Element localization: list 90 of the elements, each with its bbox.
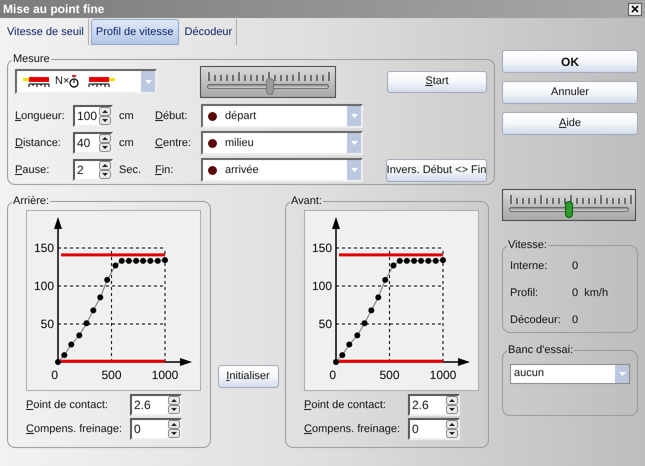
unit-label: cm — [119, 108, 135, 124]
tick-label: 50 — [40, 316, 54, 330]
slider-thumb[interactable] — [565, 201, 573, 218]
slider[interactable] — [502, 189, 636, 221]
field-label: Interne: — [510, 258, 548, 272]
number-field[interactable]: 100 — [73, 105, 113, 127]
window-title: Mise au point fine — [3, 1, 104, 18]
value-text: 0 km/h — [572, 286, 608, 298]
spinner-icon — [99, 134, 111, 152]
mode-label: N× — [55, 74, 70, 90]
tab[interactable]: Profil de vitesse — [90, 19, 179, 45]
data-point — [362, 320, 368, 326]
data-point — [84, 320, 90, 326]
field-label: Point de contact: — [26, 398, 109, 413]
value-text: 0 — [572, 258, 578, 272]
data-point — [104, 276, 110, 282]
button[interactable]: Start — [387, 70, 487, 92]
field-label: Longueur: — [15, 108, 66, 124]
group-title: Vitesse: — [507, 238, 548, 253]
number-field[interactable]: 2.6 — [130, 394, 182, 416]
tick-label: 100 — [312, 278, 332, 292]
point-dropdown[interactable]: milieu — [201, 131, 363, 155]
tab[interactable]: Décodeur — [180, 19, 238, 45]
point-dropdown[interactable]: arrivée — [201, 158, 363, 182]
field-label: Centre: — [155, 136, 192, 151]
field-label: Fin: — [155, 162, 174, 178]
field-label: Pause: — [15, 162, 50, 178]
tick-label: 150 — [34, 240, 54, 254]
tick-label: 50 — [318, 316, 332, 330]
data-point — [354, 332, 360, 338]
field-label: Profil: — [510, 286, 540, 298]
tick-label: 500 — [101, 368, 122, 382]
dropdown-icon — [618, 372, 626, 376]
close-icon — [631, 5, 639, 13]
spinner-icon — [168, 420, 180, 438]
tick-label: 1000 — [152, 368, 178, 382]
field-label: Compens. freinage: — [26, 422, 124, 437]
button[interactable]: Annuler — [502, 81, 638, 104]
tick-label: 1000 — [430, 368, 456, 382]
dropdown-icon — [350, 114, 358, 118]
field-label: Point de contact: — [304, 398, 387, 413]
slider[interactable] — [200, 66, 336, 98]
group-title: Avant: — [290, 194, 323, 209]
data-point — [97, 294, 104, 300]
group-title: Arrière: — [12, 194, 50, 209]
point-dropdown[interactable]: départ — [201, 104, 363, 128]
value-text: 0 — [572, 312, 578, 326]
data-point — [346, 341, 352, 348]
spinner-icon — [168, 396, 180, 414]
data-point — [76, 332, 82, 338]
dropdown-icon — [350, 141, 358, 145]
button[interactable]: Initialiser — [218, 365, 278, 388]
stopwatch-icon — [69, 74, 80, 88]
field-label: Compens. freinage: — [304, 422, 402, 437]
slider-thumb[interactable] — [266, 78, 274, 94]
data-point — [368, 306, 374, 313]
field-label: Distance: — [15, 136, 62, 151]
dropdown-icon — [350, 168, 358, 172]
unit-label: Sec. — [119, 162, 142, 178]
tab[interactable]: Vitesse de seuil — [3, 19, 89, 45]
number-field[interactable]: 0 — [408, 418, 460, 440]
number-field[interactable]: 2.6 — [408, 394, 460, 416]
spinner-icon — [446, 396, 458, 414]
tick-label: 0 — [51, 368, 58, 382]
tick-label: 500 — [379, 368, 400, 382]
number-field[interactable]: 0 — [130, 418, 182, 440]
spinner-icon — [99, 107, 111, 125]
number-field[interactable]: 40 — [73, 132, 113, 154]
dropdown-icon — [144, 80, 152, 84]
group-title: Mesure — [12, 52, 51, 67]
data-point — [90, 306, 96, 313]
data-point — [382, 276, 388, 282]
tick-label: 100 — [34, 278, 54, 292]
unit-label: cm — [119, 136, 135, 151]
button[interactable]: OK — [502, 50, 638, 73]
button[interactable]: Invers. Début <> Fin — [386, 158, 487, 182]
mode-dropdown[interactable]: N× — [15, 69, 157, 94]
number-field[interactable]: 2 — [73, 159, 113, 181]
data-point — [68, 341, 74, 348]
button[interactable]: Aide — [502, 112, 638, 135]
field-label: Décodeur: — [510, 312, 562, 326]
bench-dropdown[interactable]: aucun — [510, 364, 630, 384]
data-point — [375, 294, 382, 300]
spinner-icon — [99, 161, 111, 179]
spinner-icon — [446, 420, 458, 438]
tick-label: 0 — [329, 368, 336, 382]
group-title: Banc d'essai: — [507, 343, 574, 358]
tick-label: 150 — [312, 240, 332, 254]
close-button[interactable] — [628, 2, 642, 16]
field-label: Début: — [155, 108, 188, 124]
